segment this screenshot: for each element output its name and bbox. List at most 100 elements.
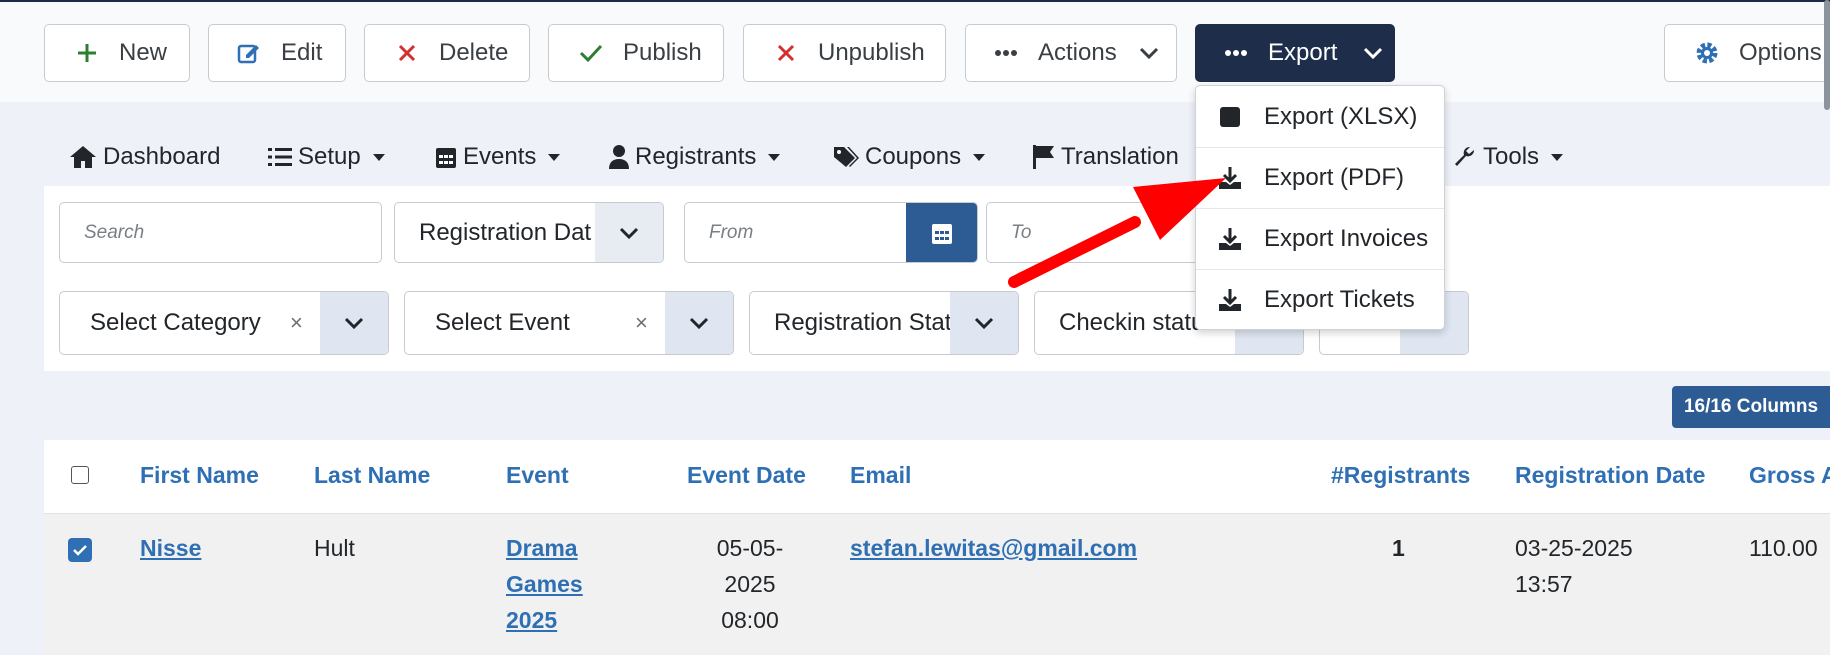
plus-icon (73, 42, 101, 64)
subnav-setup[interactable]: Setup (268, 135, 385, 179)
chevron-down-icon (950, 292, 1018, 354)
event-line: 2025 (506, 607, 558, 633)
ellipsis-icon (992, 49, 1020, 57)
close-icon (393, 43, 421, 63)
delete-label: Delete (439, 39, 509, 66)
calendar-icon (435, 145, 457, 169)
export-xlsx-label: Export (XLSX) (1264, 102, 1418, 130)
header-first-name[interactable]: First Name (140, 462, 259, 489)
subnav-tools-label: Tools (1483, 143, 1540, 170)
unpublish-button[interactable]: Unpublish (743, 24, 946, 82)
email-link[interactable]: stefan.lewitas@gmail.com (850, 530, 1137, 566)
chevron-down-icon (320, 292, 388, 354)
home-icon (69, 145, 97, 169)
header-event[interactable]: Event (506, 462, 569, 489)
scrollbar[interactable] (1824, 0, 1830, 110)
edit-button[interactable]: Edit (208, 24, 346, 82)
ellipsis-icon (1222, 49, 1250, 57)
options-button[interactable]: Options (1664, 24, 1830, 82)
event-line: Drama (506, 535, 578, 561)
checkin-status-value: Checkin status (1059, 309, 1217, 336)
export-invoices-item[interactable]: Export Invoices (1196, 208, 1444, 269)
header-email[interactable]: Email (850, 462, 911, 489)
calendar-icon[interactable] (906, 203, 977, 262)
event-link[interactable]: Drama Games 2025 (506, 530, 583, 638)
export-dropdown-menu: Export (XLSX) Export (PDF) Export Invoic… (1195, 85, 1445, 330)
subnav-setup-label: Setup (298, 143, 361, 170)
first-name-link[interactable]: Nisse (140, 530, 201, 566)
sort-select[interactable]: Registration Dat (394, 202, 664, 263)
event-date-line: 2025 (724, 571, 776, 597)
select-all-checkbox[interactable] (71, 466, 89, 484)
export-tickets-item[interactable]: Export Tickets (1196, 269, 1444, 330)
subnav-tools[interactable]: Tools (1453, 135, 1564, 179)
event-date-cell: 05-05- 2025 08:00 (710, 530, 790, 638)
export-xlsx-item[interactable]: Export (XLSX) (1196, 86, 1444, 147)
square-icon (1218, 106, 1242, 128)
close-icon (772, 43, 800, 63)
unpublish-label: Unpublish (818, 39, 925, 66)
header-registration-date[interactable]: Registration Date (1515, 462, 1705, 489)
edit-icon (235, 41, 263, 65)
registration-date-cell: 03-25-2025 13:57 (1515, 530, 1633, 602)
subnav-registrants[interactable]: Registrants (609, 135, 781, 179)
subnav-events[interactable]: Events (435, 135, 561, 179)
reg-date-line: 13:57 (1515, 571, 1573, 597)
list-icon (268, 147, 292, 167)
check-icon (577, 43, 605, 63)
flag-icon (1033, 145, 1055, 169)
caret-down-icon (1551, 153, 1564, 161)
last-name-cell: Hult (314, 535, 355, 561)
from-date-input[interactable]: From (684, 202, 978, 263)
subnav-coupons-label: Coupons (865, 143, 962, 170)
export-tickets-label: Export Tickets (1264, 286, 1415, 313)
export-pdf-item[interactable]: Export (PDF) (1196, 147, 1444, 208)
download-icon (1218, 166, 1242, 190)
download-icon (1218, 288, 1242, 312)
event-date-line: 08:00 (721, 607, 779, 633)
caret-down-icon (973, 153, 986, 161)
caret-down-icon (768, 153, 781, 161)
header-last-name[interactable]: Last Name (314, 462, 430, 489)
search-input[interactable]: Search (59, 202, 382, 263)
subnav-translation-label: Translation (1061, 143, 1179, 170)
row-checkbox[interactable] (68, 538, 92, 562)
delete-button[interactable]: Delete (364, 24, 530, 82)
actions-label: Actions (1038, 39, 1117, 66)
subnav-dashboard[interactable]: Dashboard (69, 135, 220, 179)
subnav-translation[interactable]: Translation (1033, 135, 1179, 179)
header-gross-amount[interactable]: Gross A (1749, 462, 1830, 489)
new-label: New (119, 39, 168, 66)
download-icon (1218, 227, 1242, 251)
publish-button[interactable]: Publish (548, 24, 724, 82)
tags-icon (833, 146, 859, 168)
reg-date-line: 03-25-2025 (1515, 535, 1633, 561)
actions-button[interactable]: Actions (965, 24, 1177, 82)
columns-button[interactable]: 16/16 Columns (1672, 386, 1830, 428)
chevron-down-icon (1139, 47, 1159, 59)
category-select[interactable]: Select Category × (59, 291, 389, 355)
to-date-input[interactable]: To (986, 202, 1206, 263)
publish-label: Publish (623, 39, 702, 66)
chevron-down-icon (595, 203, 663, 262)
chevron-down-icon (1363, 47, 1383, 59)
wrench-icon (1453, 145, 1477, 169)
search-placeholder: Search (84, 221, 145, 243)
export-label: Export (1268, 39, 1338, 66)
export-button[interactable]: Export (1195, 24, 1395, 82)
chevron-down-icon (665, 292, 733, 354)
event-line: Games (506, 571, 583, 597)
event-select[interactable]: Select Event × (404, 291, 734, 355)
header-event-date[interactable]: Event Date (687, 462, 806, 489)
clear-icon[interactable]: × (290, 310, 303, 336)
event-date-line: 05-05- (716, 535, 784, 561)
registration-status-value: Registration Stat (774, 309, 952, 336)
user-icon (609, 145, 629, 169)
table-header: First Name Last Name Event Event Date Em… (44, 440, 1830, 514)
clear-icon[interactable]: × (635, 310, 648, 336)
registration-status-select[interactable]: Registration Stat (749, 291, 1019, 355)
gross-amount-cell: 110.00 (1749, 535, 1818, 561)
header-registrants[interactable]: #Registrants (1331, 462, 1470, 489)
new-button[interactable]: New (44, 24, 190, 82)
subnav-coupons[interactable]: Coupons (833, 135, 986, 179)
